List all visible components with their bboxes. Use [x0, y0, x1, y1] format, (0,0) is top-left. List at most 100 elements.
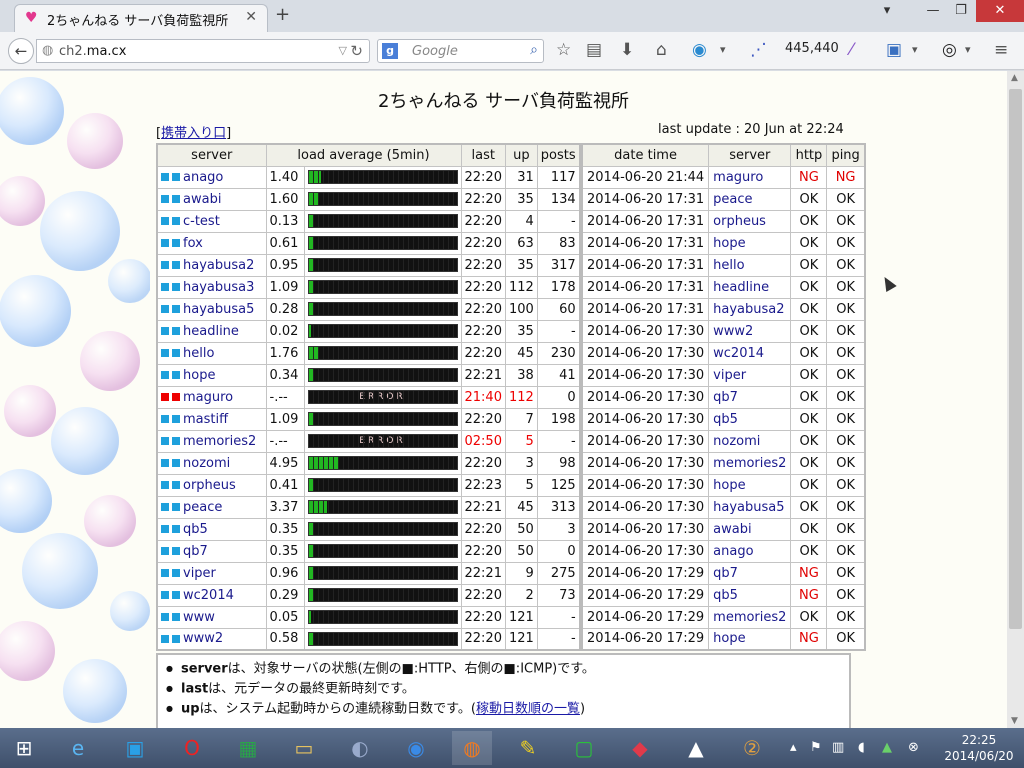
address-bar[interactable]: ◍ ch2.ma.cx ▽ ↻ [36, 39, 370, 63]
server-link[interactable]: hello [183, 346, 214, 361]
2ch-browser-icon[interactable]: ② [732, 731, 772, 765]
log-server-link[interactable]: memories2 [713, 610, 786, 625]
reload-icon[interactable]: ↻ [350, 42, 363, 60]
color-wheel-icon[interactable]: ◎ [942, 40, 957, 60]
stats-graph-icon[interactable]: ⋰ [750, 40, 767, 60]
history-dropdown-icon[interactable]: ▽ [339, 44, 347, 57]
opera-icon[interactable]: O [172, 731, 212, 765]
server-link[interactable]: hayabusa2 [183, 258, 254, 273]
log-server-link[interactable]: orpheus [713, 214, 766, 229]
minimize-button[interactable]: — [922, 0, 944, 22]
server-link[interactable]: viper [183, 566, 216, 581]
mobile-entry-link[interactable]: 携帯入り口 [161, 126, 226, 141]
uptime-cell: 7 [504, 407, 538, 431]
close-tab-icon[interactable]: ✕ [245, 9, 257, 25]
log-server-link[interactable]: anago [713, 544, 753, 559]
scrollbar-thumb[interactable] [1009, 89, 1022, 629]
excel-icon[interactable]: ▦ [228, 731, 268, 765]
server-link[interactable]: memories2 [183, 434, 256, 449]
log-server-link[interactable]: peace [713, 192, 752, 207]
addon-globe-icon[interactable]: ◉ [692, 40, 707, 60]
log-server-link[interactable]: www2 [713, 324, 753, 339]
thunderbird-icon[interactable]: ◐ [340, 731, 380, 765]
new-tab-button[interactable]: + [275, 4, 290, 25]
server-link[interactable]: www [183, 610, 215, 625]
internet-explorer-icon[interactable]: e [58, 731, 98, 765]
action-center-flag-icon[interactable]: ⚑ [810, 740, 822, 755]
search-icon[interactable]: ⌕ [530, 42, 538, 58]
log-server-link[interactable]: qb5 [713, 588, 738, 603]
log-server-link[interactable]: awabi [713, 522, 751, 537]
server-link[interactable]: headline [183, 324, 239, 339]
server-link[interactable]: hope [183, 368, 215, 383]
graduation-app-icon[interactable]: ▲ [676, 731, 716, 765]
maxthon-icon[interactable]: ▣ [115, 731, 155, 765]
server-link[interactable]: c-test [183, 214, 220, 229]
server-link[interactable]: nozomi [183, 456, 230, 471]
google-engine-icon[interactable]: g [382, 43, 398, 59]
tab-list-dropdown-icon[interactable]: ▾ [876, 0, 898, 22]
restore-button[interactable]: ❐ [950, 0, 972, 22]
log-server-link[interactable]: hayabusa5 [713, 500, 784, 515]
firefox-icon[interactable]: ◍ [452, 731, 492, 765]
screenshot-icon[interactable]: ▣ [886, 40, 902, 60]
network-icon[interactable]: ▥ [832, 740, 844, 755]
notification-close-icon[interactable]: ⊗ [908, 740, 919, 755]
log-server-cell: awabi [708, 517, 792, 541]
server-link[interactable]: fox [183, 236, 203, 251]
server-link[interactable]: awabi [183, 192, 221, 207]
server-link[interactable]: peace [183, 500, 222, 515]
log-server-link[interactable]: hope [713, 631, 745, 646]
reading-list-icon[interactable]: ▤ [586, 40, 602, 60]
search-box[interactable]: g Google ⌕ [377, 39, 544, 63]
log-server-link[interactable]: viper [713, 368, 746, 383]
flo-app-icon[interactable]: ◆ [620, 731, 660, 765]
drive-sync-icon[interactable]: ▲ [882, 740, 892, 755]
server-link[interactable]: qb5 [183, 522, 208, 537]
log-server-link[interactable]: hayabusa2 [713, 302, 784, 317]
bookmark-star-icon[interactable]: ☆ [556, 40, 571, 60]
log-server-link[interactable]: maguro [713, 170, 763, 185]
server-link[interactable]: wc2014 [183, 588, 234, 603]
log-server-link[interactable]: qb7 [713, 390, 738, 405]
tray-expand-icon[interactable]: ▴ [790, 740, 797, 755]
server-link[interactable]: www2 [183, 631, 223, 646]
server-link[interactable]: orpheus [183, 478, 236, 493]
close-window-button[interactable]: ✕ [976, 0, 1024, 22]
volume-icon[interactable]: ◖ [858, 740, 865, 755]
server-link[interactable]: hayabusa3 [183, 280, 254, 295]
log-server-link[interactable]: nozomi [713, 434, 760, 449]
color-dropdown-icon[interactable]: ▾ [965, 40, 971, 60]
server-link[interactable]: qb7 [183, 544, 208, 559]
log-server-link[interactable]: wc2014 [713, 346, 764, 361]
server-link[interactable]: hayabusa5 [183, 302, 254, 317]
editor-pen-icon[interactable]: ✎ [508, 731, 548, 765]
file-explorer-icon[interactable]: ▭ [284, 731, 324, 765]
log-server-link[interactable]: memories2 [713, 456, 786, 471]
log-server-link[interactable]: qb7 [713, 566, 738, 581]
server-link[interactable]: maguro [183, 390, 233, 405]
vertical-scrollbar[interactable]: ▲ ▼ [1007, 71, 1024, 728]
feather-icon[interactable]: ⁄ [850, 40, 853, 60]
browser-tab[interactable]: ♥ 2ちゃんねる サーバ負荷監視所 ✕ [14, 4, 268, 32]
addon-dropdown-icon[interactable]: ▾ [720, 40, 726, 60]
home-icon[interactable]: ⌂ [656, 40, 667, 60]
scroll-down-icon[interactable]: ▼ [1011, 716, 1018, 726]
server-link[interactable]: anago [183, 170, 223, 185]
log-server-link[interactable]: hope [713, 236, 745, 251]
log-server-link[interactable]: hello [713, 258, 744, 273]
log-server-link[interactable]: headline [713, 280, 769, 295]
taskbar-clock[interactable]: 22:25 2014/06/20 [938, 732, 1020, 764]
server-link[interactable]: mastiff [183, 412, 228, 427]
screenshot-dropdown-icon[interactable]: ▾ [912, 40, 918, 60]
uptime-ranking-link[interactable]: 稼動日数順の一覧 [476, 702, 580, 717]
start-windows-icon[interactable]: ⊞ [4, 731, 44, 765]
back-button[interactable]: ← [8, 38, 34, 64]
download-icon[interactable]: ⬇ [620, 40, 634, 60]
log-server-link[interactable]: qb5 [713, 412, 738, 427]
log-server-link[interactable]: hope [713, 478, 745, 493]
line-app-icon[interactable]: ▢ [564, 731, 604, 765]
blue-orb-icon[interactable]: ◉ [396, 731, 436, 765]
scroll-up-icon[interactable]: ▲ [1011, 73, 1018, 83]
menu-icon[interactable]: ≡ [994, 40, 1008, 60]
